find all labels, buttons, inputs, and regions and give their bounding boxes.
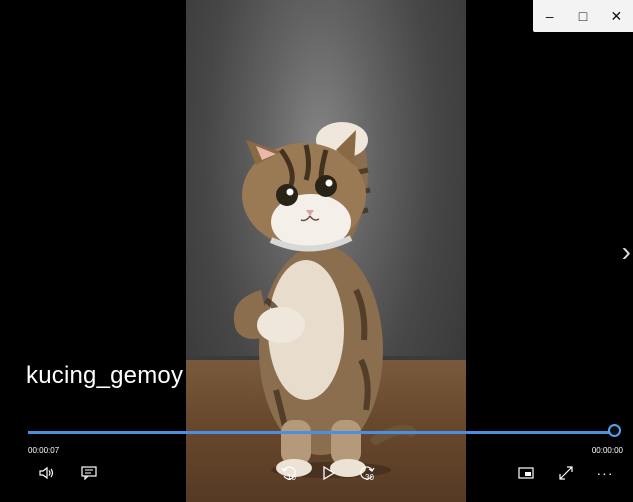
elapsed-time: 00:00:07 [28,446,60,455]
skip-forward-button[interactable]: 30 [356,462,378,484]
skip-forward-label: 30 [365,473,374,482]
video-frame[interactable] [186,0,466,502]
mini-player-icon [518,467,534,479]
remaining-time: 00:00:00 [591,446,623,455]
skip-back-label: 10 [287,473,296,482]
next-icon[interactable]: › [622,238,631,266]
skip-back-button[interactable]: 10 [278,462,300,484]
fullscreen-icon [559,466,573,480]
cat-video-content [233,122,416,478]
seek-thumb[interactable] [608,424,621,437]
seek-bar[interactable] [28,424,621,437]
minimize-button[interactable]: – [537,3,563,29]
volume-icon [39,466,54,480]
seek-bar-fill [28,431,615,434]
fullscreen-button[interactable] [555,462,577,484]
maximize-button[interactable]: □ [570,3,596,29]
more-button[interactable]: ··· [594,462,616,484]
window-controls: – □ ✕ [533,0,633,32]
media-player-window: – □ ✕ › kucing_gemoy 00:00:07 00:00:00 1… [0,0,633,502]
mini-player-button[interactable] [515,462,537,484]
play-icon [323,465,336,481]
captions-icon [81,466,97,480]
play-button[interactable] [318,462,340,484]
video-title: kucing_gemoy [26,362,184,389]
captions-button[interactable] [78,462,100,484]
close-button[interactable]: ✕ [603,3,629,29]
volume-button[interactable] [36,462,58,484]
